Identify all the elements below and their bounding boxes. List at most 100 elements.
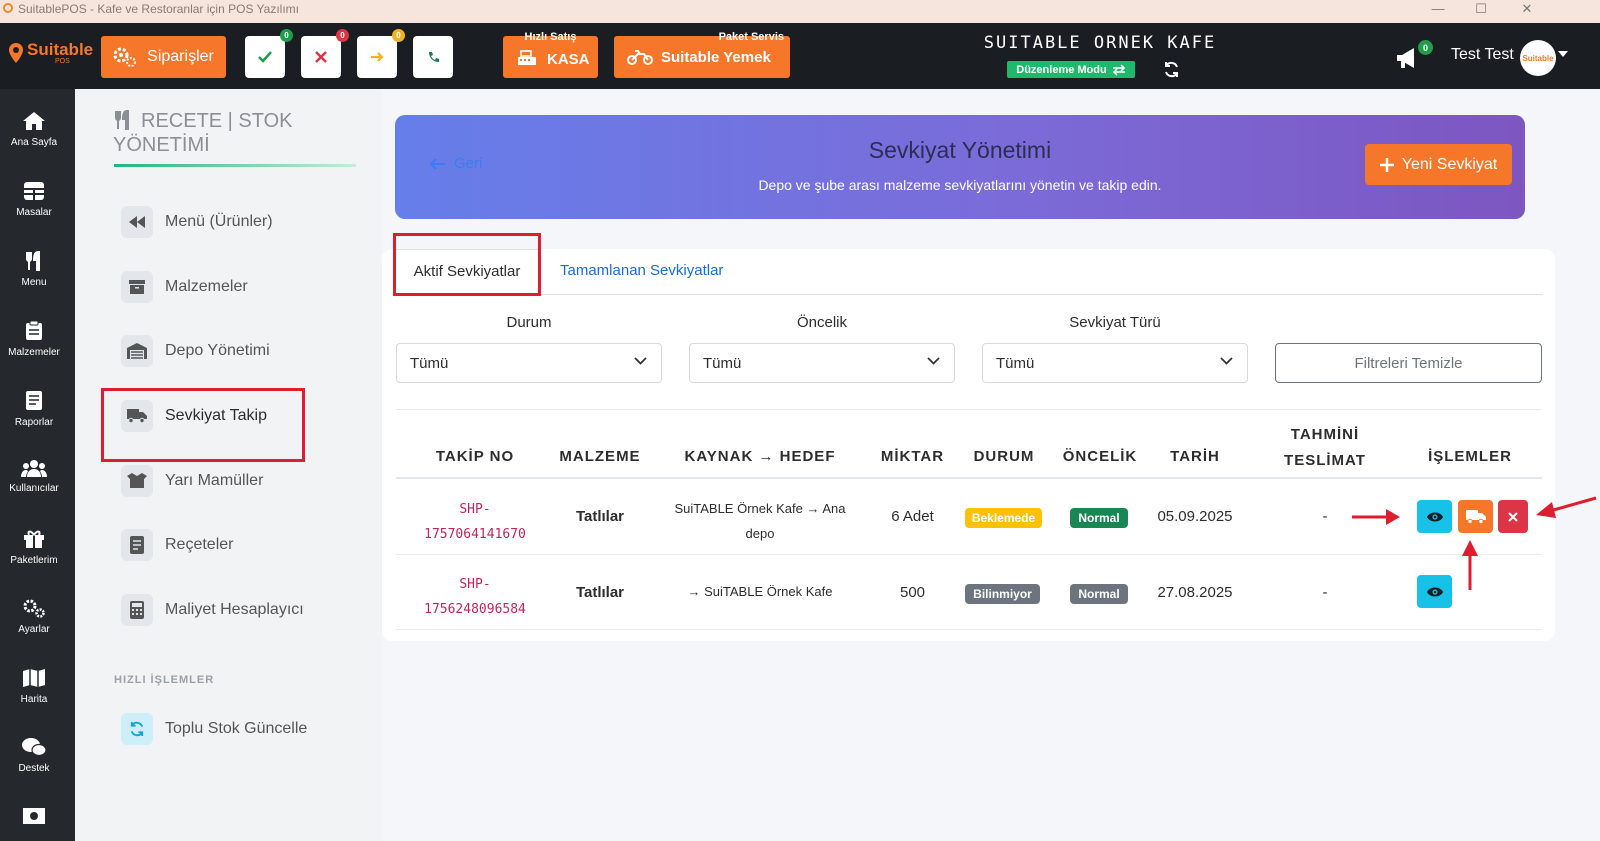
brand-name: Suitable	[27, 40, 94, 59]
top-bar	[0, 23, 1600, 89]
sync-icon	[121, 713, 153, 745]
map-icon	[23, 669, 45, 688]
sidebar-label: Ana Sayfa	[10, 137, 58, 148]
sidebar-label: Kullanıcılar	[9, 483, 59, 494]
target-name-part1: Ana	[822, 501, 846, 516]
filter-divider	[396, 409, 1542, 410]
header-oncelik: ÖNCELİK	[1062, 448, 1138, 465]
filter-tur-select[interactable]: Tümü	[982, 343, 1248, 383]
tracking-number[interactable]: SHP- 1756248096584	[415, 572, 535, 622]
material-name: Tatlılar	[575, 508, 625, 525]
dispatch-shipment-button[interactable]	[1458, 500, 1493, 533]
chevron-down-icon	[634, 357, 647, 365]
bulk-stock-update-link[interactable]: Toplu Stok Güncelle	[121, 711, 307, 747]
sidebar-item-destek[interactable]: Destek	[0, 737, 68, 774]
home-icon	[23, 112, 45, 130]
date: 05.09.2025	[1157, 508, 1233, 525]
caret-down-icon[interactable]	[1558, 51, 1568, 57]
suitable-yemek-button[interactable]: Paket Servis Suitable Yemek	[614, 31, 790, 78]
maximize-button[interactable]: ☐	[1474, 0, 1488, 17]
megaphone-icon[interactable]	[1395, 46, 1421, 70]
sidebar-label: Paketlerim	[10, 555, 58, 566]
refresh-icon[interactable]	[1163, 61, 1180, 78]
money-icon	[23, 808, 45, 824]
sidebar-item-harita[interactable]: Harita	[0, 668, 68, 705]
phone-orders-button[interactable]	[413, 36, 453, 78]
tracking-number[interactable]: SHP- 1757064141670	[415, 497, 535, 547]
link-label: Toplu Stok Güncelle	[165, 720, 308, 737]
header-line1: TAHMİNİ	[1290, 426, 1360, 443]
cancelled-orders-button[interactable]: 0	[301, 29, 349, 78]
report-icon	[26, 391, 42, 410]
forwarded-orders-button[interactable]: 0	[357, 29, 405, 78]
header-durum: DURUM	[973, 448, 1035, 465]
brand-logo[interactable]: Suitable POS	[8, 40, 96, 70]
header-tahmini-teslimat: TAHMİNİ TESLİMAT	[1270, 422, 1380, 474]
view-shipment-button[interactable]	[1417, 575, 1452, 608]
sidebar-label: Destek	[18, 763, 50, 774]
edit-mode-toggle[interactable]: Düzenleme Modu	[1007, 61, 1135, 78]
recipes-link[interactable]: Reçeteler	[121, 527, 233, 563]
estimated-delivery: -	[1322, 508, 1328, 525]
sidebar-item-more[interactable]	[0, 807, 68, 831]
target-name: SuiTABLE Örnek Kafe	[704, 584, 833, 599]
cost-calculator-link[interactable]: Maliyet Hesaplayıcı	[121, 592, 304, 628]
minimize-button[interactable]: —	[1431, 0, 1445, 17]
brand-sub: POS	[55, 58, 70, 65]
sidebar-item-masalar[interactable]: Masalar	[0, 181, 68, 218]
header-islemler: İŞLEMLER	[1428, 448, 1512, 465]
backward-icon	[121, 206, 153, 238]
user-name[interactable]: Test Test	[1451, 46, 1514, 64]
filter-oncelik-label: Öncelik	[796, 314, 848, 331]
chevron-down-icon	[927, 357, 940, 365]
approved-orders-button[interactable]: 0	[245, 29, 293, 78]
edit-mode-label: Düzenleme Modu	[1016, 63, 1107, 76]
phone-icon	[428, 51, 439, 62]
shipment-header-banner: Geri Sevkiyat Yönetimi Depo ve şube aras…	[395, 115, 1525, 219]
plus-icon	[1379, 157, 1394, 172]
cafe-name: SUITABLE ORNEK KAFE	[983, 33, 1217, 53]
location-pin-icon	[9, 43, 23, 63]
page-subtitle: Depo ve şube arası malzeme sevkiyatların…	[758, 177, 1162, 193]
header-line2: TESLİMAT	[1284, 452, 1366, 469]
priority-badge: Normal	[1070, 584, 1128, 604]
close-window-button[interactable]: ✕	[1520, 0, 1534, 17]
filter-oncelik-select[interactable]: Tümü	[689, 343, 955, 383]
suitable-yemek-label: Suitable Yemek	[661, 49, 771, 66]
sidebar-item-kullanicilar[interactable]: Kullanıcılar	[0, 459, 68, 494]
warehouse-link[interactable]: Depo Yönetimi	[121, 333, 270, 369]
clear-filters-button[interactable]: Filtreleri Temizle	[1275, 343, 1542, 383]
gears-icon	[23, 599, 45, 618]
arrow-right-icon: →	[687, 584, 701, 599]
sidebar-item-malzemeler[interactable]: Malzemeler	[0, 320, 68, 358]
materials-link[interactable]: Malzemeler	[121, 269, 248, 305]
kasa-button[interactable]: Hızlı Satış KASA	[503, 31, 598, 78]
material-name: Tatlılar	[575, 584, 625, 601]
avatar[interactable]: Suitable	[1520, 40, 1556, 76]
header-tarih: TARİH	[1170, 448, 1220, 465]
sidebar-item-paketlerim[interactable]: Paketlerim	[0, 529, 68, 566]
estimated-delivery: -	[1322, 584, 1328, 601]
tab-completed-shipments[interactable]: Tamamlanan Sevkiyatlar	[560, 262, 723, 279]
clipboard-icon	[26, 320, 42, 340]
source-name: SuiTABLE Örnek Kafe	[674, 501, 803, 516]
header-malzeme: MALZEME	[559, 448, 641, 465]
new-shipment-button[interactable]: Yeni Sevkiyat	[1365, 144, 1512, 185]
sidebar-item-ayarlar[interactable]: Ayarlar	[0, 598, 68, 635]
orders-label: Siparişler	[147, 48, 214, 65]
cancel-shipment-button[interactable]	[1498, 500, 1528, 533]
filter-durum-select[interactable]: Tümü	[396, 343, 662, 383]
sidebar-item-raporlar[interactable]: Raporlar	[0, 390, 68, 428]
link-label: Reçeteler	[165, 536, 234, 553]
orders-button[interactable]: Siparişler	[101, 36, 226, 78]
sidebar-item-menu[interactable]: Menu	[0, 251, 68, 288]
target-name-part2: depo	[745, 526, 775, 541]
view-shipment-button[interactable]	[1417, 500, 1452, 533]
semi-products-link[interactable]: Yarı Mamüller	[121, 463, 263, 499]
sidebar-label: Menu	[21, 277, 47, 288]
menu-products-link[interactable]: Menü (Ürünler)	[121, 204, 273, 240]
box-open-icon	[121, 465, 153, 497]
eye-icon	[1426, 512, 1443, 521]
sidebar-item-ana-sayfa[interactable]: Ana Sayfa	[0, 111, 68, 148]
truck-icon	[1465, 509, 1486, 524]
